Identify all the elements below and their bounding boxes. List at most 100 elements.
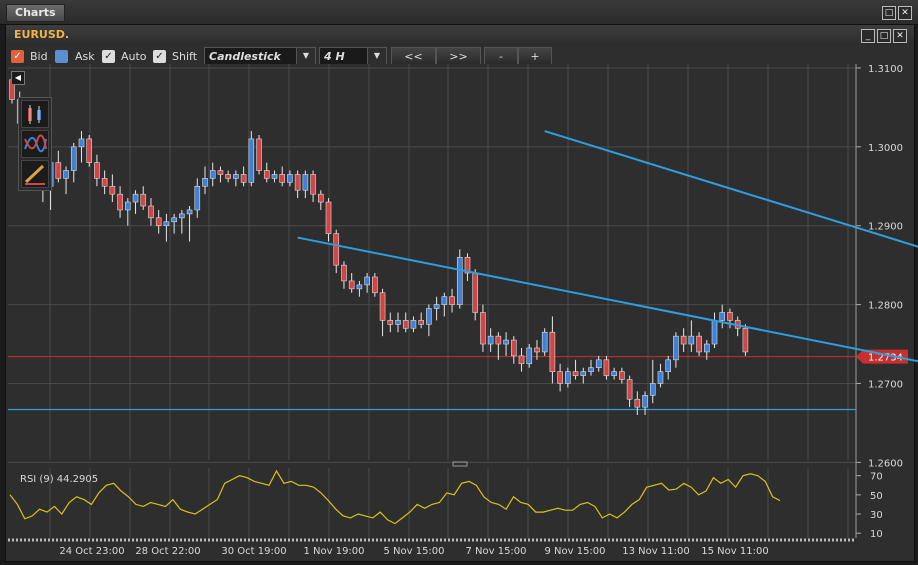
candle-body [140, 193, 147, 207]
candle-body [480, 312, 486, 345]
candle [86, 134, 92, 167]
candle-body [657, 371, 664, 384]
candle-body [70, 146, 77, 171]
chart-tools-panel [18, 97, 52, 191]
candle-body [202, 178, 208, 187]
candle-body [649, 383, 656, 396]
candle-body [719, 312, 726, 321]
candle-body [78, 138, 85, 148]
candle-body [426, 308, 432, 325]
rsi-tick-label: 50 [870, 491, 883, 502]
candle-body [541, 331, 548, 353]
candle-body [86, 138, 92, 163]
x-tick-label: 30 Oct 19:00 [221, 546, 286, 557]
candle-body [171, 217, 177, 223]
x-tick-label: 7 Nov 15:00 [465, 546, 526, 557]
candle-body [348, 280, 355, 290]
candle-body [325, 201, 332, 234]
candle-body [534, 347, 540, 353]
candle [541, 328, 548, 356]
candle-body [248, 138, 255, 183]
candle-body [63, 170, 69, 179]
candle-body [418, 320, 424, 325]
candle-body [294, 174, 301, 191]
candle-body [55, 162, 62, 179]
x-tick-label: 1 Nov 19:00 [303, 546, 364, 557]
candle-body [279, 174, 286, 183]
candle-body [611, 371, 617, 376]
candle-body [125, 201, 131, 211]
candle-body [557, 371, 563, 384]
candle-body [549, 331, 556, 372]
x-tick-label: 5 Nov 15:00 [383, 546, 444, 557]
candle-body [341, 264, 347, 282]
x-tick-label: 28 Oct 22:00 [135, 546, 200, 557]
candle-body [194, 185, 201, 211]
candle-body [518, 355, 525, 365]
candle-body [395, 320, 401, 325]
candle-body [132, 193, 139, 203]
candle-body [356, 284, 363, 290]
candle-body [626, 379, 633, 400]
candle-body [673, 335, 679, 361]
candle-body [595, 359, 602, 369]
candle-body [503, 339, 509, 345]
x-tick-label: 24 Oct 23:00 [59, 546, 124, 557]
candle-body [179, 213, 185, 219]
candle-body [379, 292, 386, 321]
y-tick-label: 1.3100 [868, 64, 903, 75]
candle-body [526, 347, 533, 365]
rsi-label: RSI (9) 44.2905 [20, 474, 98, 485]
candle-body [101, 178, 108, 187]
candle-body [117, 193, 123, 211]
y-tick-label: 1.2800 [868, 301, 903, 312]
candle [742, 324, 749, 356]
back-arrow-icon[interactable]: ◀ [11, 71, 25, 85]
candle-body [472, 272, 479, 313]
candle-body [155, 217, 162, 227]
rsi-tick-label: 70 [870, 472, 883, 483]
candle-body [449, 296, 455, 305]
candle-body [310, 174, 316, 195]
candle-body [233, 174, 239, 179]
candle-body [94, 162, 100, 179]
candle-body [634, 398, 641, 408]
price-chart[interactable]: 1.31001.30001.29001.28001.27001.26001.27… [0, 0, 918, 565]
candle-body [565, 371, 571, 384]
candle-body [665, 359, 672, 372]
y-tick-label: 1.2700 [868, 379, 903, 390]
candle-body [688, 335, 695, 345]
candle-body [572, 371, 579, 376]
candle-body [727, 312, 733, 321]
candle-body [209, 170, 216, 179]
candle-body [109, 185, 116, 195]
x-tick-label: 15 Nov 11:00 [701, 546, 768, 557]
candle-body [588, 367, 594, 372]
rsi-tick-label: 10 [870, 529, 883, 540]
candle-body [372, 276, 378, 294]
candle-body [603, 359, 610, 376]
candlestick-icon[interactable] [21, 100, 49, 128]
candle-body [333, 233, 340, 266]
candle [256, 134, 262, 175]
candle-body [696, 335, 702, 353]
candle-body [387, 320, 394, 325]
candle-body [619, 371, 625, 380]
candle-body [680, 335, 687, 345]
indicator-icon[interactable] [21, 130, 49, 158]
candle-body [703, 343, 710, 353]
candle-body [402, 320, 409, 329]
y-tick-label: 1.3000 [868, 143, 903, 154]
draw-tool-icon[interactable] [21, 160, 49, 188]
candle-body [441, 296, 448, 305]
candle-body [642, 395, 648, 408]
candle-body [256, 138, 262, 171]
y-tick-label: 1.2600 [868, 458, 903, 469]
candle-body [225, 174, 231, 179]
candle [248, 131, 255, 187]
candle-body [186, 209, 193, 215]
candle-body [217, 170, 224, 175]
candle-body [317, 193, 324, 203]
candle-body [148, 205, 154, 219]
x-tick-label: 13 Nov 11:00 [622, 546, 689, 557]
